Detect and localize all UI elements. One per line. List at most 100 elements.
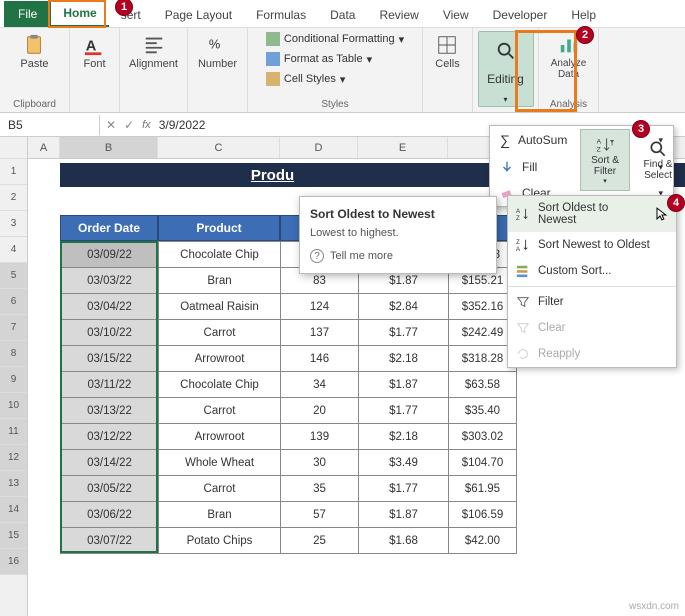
row-header[interactable]: 9 (0, 367, 27, 393)
cell-date[interactable]: 03/04/22 (61, 294, 159, 320)
cell-price[interactable]: $1.87 (359, 502, 449, 528)
number-button[interactable]: % Number (194, 32, 241, 72)
header-product[interactable]: Product (158, 215, 280, 241)
row-header[interactable]: 7 (0, 315, 27, 341)
row-header[interactable]: 1 (0, 159, 27, 185)
tab-review[interactable]: Review (367, 3, 430, 27)
confirm-icon[interactable]: ✓ (124, 118, 134, 132)
formula-input[interactable]: 3/9/2022 (159, 118, 206, 132)
cell-date[interactable]: 03/15/22 (61, 346, 159, 372)
fx-icon[interactable]: fx (142, 119, 151, 131)
cell-qty[interactable]: 30 (281, 450, 359, 476)
tab-home[interactable]: Home (51, 1, 108, 27)
cell-price[interactable]: $2.84 (359, 294, 449, 320)
row-header[interactable]: 3 (0, 211, 27, 237)
cell-total[interactable]: $303.02 (449, 424, 517, 450)
cell-qty[interactable]: 25 (281, 528, 359, 554)
cell-product[interactable]: Carrot (159, 320, 281, 346)
col-header[interactable]: B (60, 137, 158, 158)
paste-button[interactable]: Paste (16, 32, 52, 72)
cell-date[interactable]: 03/09/22 (61, 242, 159, 268)
cell-price[interactable]: $1.77 (359, 320, 449, 346)
cell-price[interactable]: $1.77 (359, 398, 449, 424)
cell-total[interactable]: $35.40 (449, 398, 517, 424)
tab-help[interactable]: Help (559, 3, 608, 27)
row-header[interactable]: 16 (0, 549, 27, 575)
cell-qty[interactable]: 139 (281, 424, 359, 450)
cell-price[interactable]: $2.18 (359, 424, 449, 450)
conditional-formatting[interactable]: Conditional Formatting ▾ (266, 32, 404, 46)
col-header[interactable]: A (28, 137, 60, 158)
cell-date[interactable]: 03/11/22 (61, 372, 159, 398)
cell-product[interactable]: Oatmeal Raisin (159, 294, 281, 320)
cell-price[interactable]: $2.18 (359, 346, 449, 372)
cell-qty[interactable]: 35 (281, 476, 359, 502)
cell-qty[interactable]: 57 (281, 502, 359, 528)
row-header[interactable]: 11 (0, 419, 27, 445)
cells-button[interactable]: Cells (431, 32, 463, 72)
tab-developer[interactable]: Developer (481, 3, 560, 27)
row-header[interactable]: 10 (0, 393, 27, 419)
cell-qty[interactable]: 20 (281, 398, 359, 424)
col-header[interactable]: D (280, 137, 358, 158)
cell-total[interactable]: $104.70 (449, 450, 517, 476)
cell-price[interactable]: $3.49 (359, 450, 449, 476)
tab-page-layout[interactable]: Page Layout (153, 3, 244, 27)
cell-product[interactable]: Carrot (159, 398, 281, 424)
cell-date[interactable]: 03/12/22 (61, 424, 159, 450)
cell-total[interactable]: $106.59 (449, 502, 517, 528)
cell-date[interactable]: 03/10/22 (61, 320, 159, 346)
cancel-icon[interactable]: ✕ (106, 118, 116, 132)
tab-view[interactable]: View (431, 3, 481, 27)
tab-file[interactable]: File (4, 1, 51, 27)
cell-total[interactable]: $42.00 (449, 528, 517, 554)
row-header[interactable]: 2 (0, 185, 27, 211)
row-header[interactable]: 12 (0, 445, 27, 471)
cell-price[interactable]: $1.87 (359, 372, 449, 398)
row-header[interactable]: 8 (0, 341, 27, 367)
cell-date[interactable]: 03/14/22 (61, 450, 159, 476)
tell-me-more[interactable]: ?Tell me more (310, 249, 486, 263)
row-header[interactable]: 15 (0, 523, 27, 549)
cell-total[interactable]: $63.58 (449, 372, 517, 398)
custom-sort[interactable]: Custom Sort... (508, 258, 676, 284)
cell-date[interactable]: 03/05/22 (61, 476, 159, 502)
name-box[interactable]: B5 (0, 115, 100, 135)
cell-qty[interactable]: 137 (281, 320, 359, 346)
cell-date[interactable]: 03/13/22 (61, 398, 159, 424)
sort-filter-button[interactable]: AZ Sort & Filter▾ (580, 129, 630, 191)
format-as-table[interactable]: Format as Table ▾ (266, 52, 404, 66)
tab-data[interactable]: Data (318, 3, 367, 27)
cell-product[interactable]: Whole Wheat (159, 450, 281, 476)
row-header[interactable]: 14 (0, 497, 27, 523)
header-order-date[interactable]: Order Date (60, 215, 158, 241)
col-header[interactable]: E (358, 137, 448, 158)
row-header[interactable]: 5 (0, 263, 27, 289)
cell-product[interactable]: Potato Chips (159, 528, 281, 554)
cell-qty[interactable]: 34 (281, 372, 359, 398)
filter-item[interactable]: Filter (508, 289, 676, 315)
sort-oldest-newest[interactable]: AZ Sort Oldest to Newest (508, 196, 676, 232)
row-header[interactable]: 13 (0, 471, 27, 497)
cell-qty[interactable]: 146 (281, 346, 359, 372)
cell-price[interactable]: $1.77 (359, 476, 449, 502)
row-header[interactable]: 6 (0, 289, 27, 315)
row-header[interactable]: 4 (0, 237, 27, 263)
cell-date[interactable]: 03/06/22 (61, 502, 159, 528)
col-header[interactable]: C (158, 137, 280, 158)
cell-qty[interactable]: 124 (281, 294, 359, 320)
cell-product[interactable]: Bran (159, 502, 281, 528)
cell-product[interactable]: Bran (159, 268, 281, 294)
sort-newest-oldest[interactable]: ZA Sort Newest to Oldest (508, 232, 676, 258)
find-select-button[interactable]: Find & Select (634, 129, 682, 191)
cell-product[interactable]: Arrowroot (159, 346, 281, 372)
cell-product[interactable]: Carrot (159, 476, 281, 502)
cell-price[interactable]: $1.68 (359, 528, 449, 554)
alignment-button[interactable]: Alignment (125, 32, 182, 72)
cell-product[interactable]: Chocolate Chip (159, 372, 281, 398)
font-button[interactable]: A Font (79, 32, 109, 72)
cell-total[interactable]: $61.95 (449, 476, 517, 502)
cell-styles[interactable]: Cell Styles ▾ (266, 72, 404, 86)
cell-date[interactable]: 03/07/22 (61, 528, 159, 554)
editing-button[interactable]: Editing ▾ (478, 31, 534, 107)
